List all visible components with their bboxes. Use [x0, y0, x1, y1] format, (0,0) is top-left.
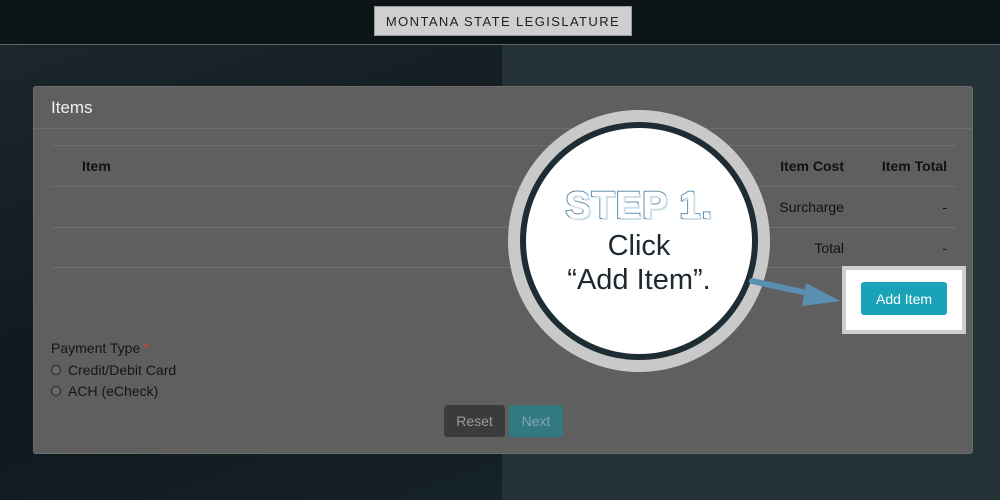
pointer-arrow-icon	[749, 278, 840, 306]
